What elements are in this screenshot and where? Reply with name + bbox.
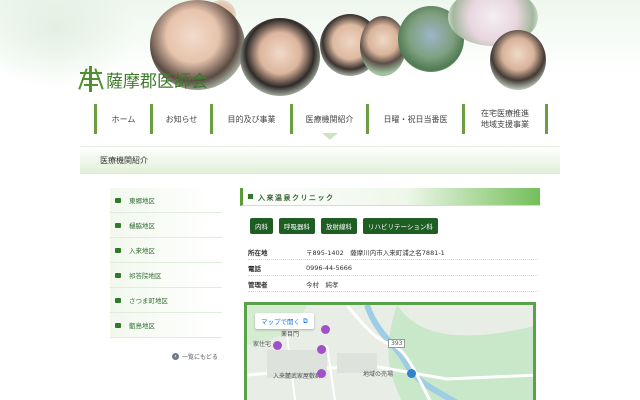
info-row-address: 所在地 〒895-1402 薩摩川内市入来町浦之名7881-1 <box>248 244 538 260</box>
sidebar-item-satsuma[interactable]: さつま町地区 <box>110 288 222 313</box>
open-in-maps-label: マップで開く <box>261 318 300 326</box>
department-tag: 呼吸器科 <box>279 218 315 234</box>
nav-label: 医療機関紹介 <box>305 114 354 124</box>
header-photo <box>490 30 546 90</box>
clinic-name: 入来温泉クリニック <box>258 194 335 202</box>
logo-text: 薩摩郡医師会 <box>106 71 208 92</box>
nav-label: 目的及び事業 <box>227 114 276 124</box>
info-key: 所在地 <box>248 248 268 257</box>
nav-home-care[interactable]: 在宅医療推進 地域支援事業 <box>462 104 548 134</box>
info-key: 電話 <box>248 264 261 273</box>
site-logo[interactable]: 薩摩郡医師会 <box>78 66 208 92</box>
sidebar-item-label: 入来地区 <box>129 247 155 255</box>
info-value: 今村 純孝 <box>306 280 339 289</box>
bullet-icon <box>115 297 121 303</box>
page-title-band: 医療機関紹介 <box>80 146 560 174</box>
info-row-manager: 管理者 今村 純孝 <box>248 276 538 292</box>
nav-label: 日曜・祝日当番医 <box>383 114 448 124</box>
nav-holiday-duty[interactable]: 日曜・祝日当番医 <box>366 104 462 134</box>
map-pin-icon[interactable] <box>407 369 416 378</box>
sidebar-item-label: 樋脇地区 <box>129 222 155 230</box>
clinic-info-table: 所在地 〒895-1402 薩摩川内市入来町浦之名7881-1 電話 0996-… <box>248 244 538 292</box>
bullet-icon <box>115 247 121 253</box>
map-pin-icon[interactable] <box>317 345 326 354</box>
map-label: 地域の売場 <box>363 371 394 378</box>
department-tag: 放射線科 <box>321 218 357 234</box>
map-label: 入来麓武家屋敷群 <box>273 373 322 380</box>
divider <box>80 146 560 147</box>
page-title: 医療機関紹介 <box>100 156 148 165</box>
info-key: 管理者 <box>248 280 268 289</box>
embedded-map[interactable]: マップで開く ⧉ 薬目門 家住宅 入来麓武家屋敷群 地域の売場 393 <box>244 302 536 400</box>
sidebar-item-iriki[interactable]: 入来地区 <box>110 238 222 263</box>
sidebar-item-label: 甑島地区 <box>129 322 155 330</box>
open-in-maps-button[interactable]: マップで開く ⧉ <box>255 313 314 329</box>
info-row-phone: 電話 0996-44-5666 <box>248 260 538 276</box>
info-value: 0996-44-5666 <box>306 263 353 272</box>
sidebar-item-togo[interactable]: 東郷地区 <box>110 188 222 213</box>
site-header: 薩摩郡医師会 <box>0 0 640 105</box>
active-indicator <box>321 133 338 140</box>
nav-home[interactable]: ホーム <box>94 104 150 134</box>
nav-purpose[interactable]: 目的及び事業 <box>210 104 290 134</box>
nav-medical-institutions[interactable]: 医療機関紹介 <box>290 104 366 140</box>
department-tag: 内科 <box>250 218 273 234</box>
clinic-heading: 入来温泉クリニック <box>240 188 540 206</box>
nav-label: ホーム <box>111 114 136 124</box>
sidebar-item-kedoin[interactable]: 祁答院地区 <box>110 263 222 288</box>
main-nav: ホーム お知らせ 目的及び事業 医療機関紹介 日曜・祝日当番医 在宅医療推進 地… <box>94 104 549 140</box>
nav-news[interactable]: お知らせ <box>150 104 210 134</box>
map-pin-icon[interactable] <box>317 369 326 378</box>
map-label: 家住宅 <box>253 341 272 348</box>
nav-label-line1: 在宅医療推進 <box>481 109 529 118</box>
bullet-icon <box>115 197 121 203</box>
bullet-icon <box>248 194 253 199</box>
nav-label: お知らせ <box>165 114 198 124</box>
sidebar-item-label: 東郷地区 <box>129 197 155 205</box>
header-photo <box>240 18 320 96</box>
back-to-list-link[interactable]: ‹ 一覧にもどる <box>172 352 218 361</box>
bullet-icon <box>115 322 121 328</box>
bullet-icon <box>115 272 121 278</box>
map-pin-icon[interactable] <box>321 325 330 334</box>
arrow-left-icon: ‹ <box>172 353 179 360</box>
sidebar-item-hiwaki[interactable]: 樋脇地区 <box>110 213 222 238</box>
department-tags: 内科 呼吸器科 放射線科 リハビリテーション科 <box>250 218 438 234</box>
external-link-icon: ⧉ <box>303 316 308 325</box>
sidebar-item-koshiki[interactable]: 甑島地区 <box>110 313 222 338</box>
nav-label-line2: 地域支援事業 <box>481 120 529 129</box>
back-to-list-label: 一覧にもどる <box>182 354 218 361</box>
map-pin-icon[interactable] <box>273 341 282 350</box>
district-sidebar: 東郷地区 樋脇地区 入来地区 祁答院地区 さつま町地区 甑島地区 <box>110 188 222 338</box>
sidebar-item-label: さつま町地区 <box>129 297 168 305</box>
route-number: 393 <box>388 339 406 348</box>
info-value: 〒895-1402 薩摩川内市入来町浦之名7881-1 <box>306 248 445 257</box>
sidebar-item-label: 祁答院地区 <box>129 272 162 280</box>
department-tag: リハビリテーション科 <box>363 218 438 234</box>
logo-mark-icon <box>78 66 104 92</box>
bullet-icon <box>115 222 121 228</box>
map-label: 薬目門 <box>281 331 300 338</box>
